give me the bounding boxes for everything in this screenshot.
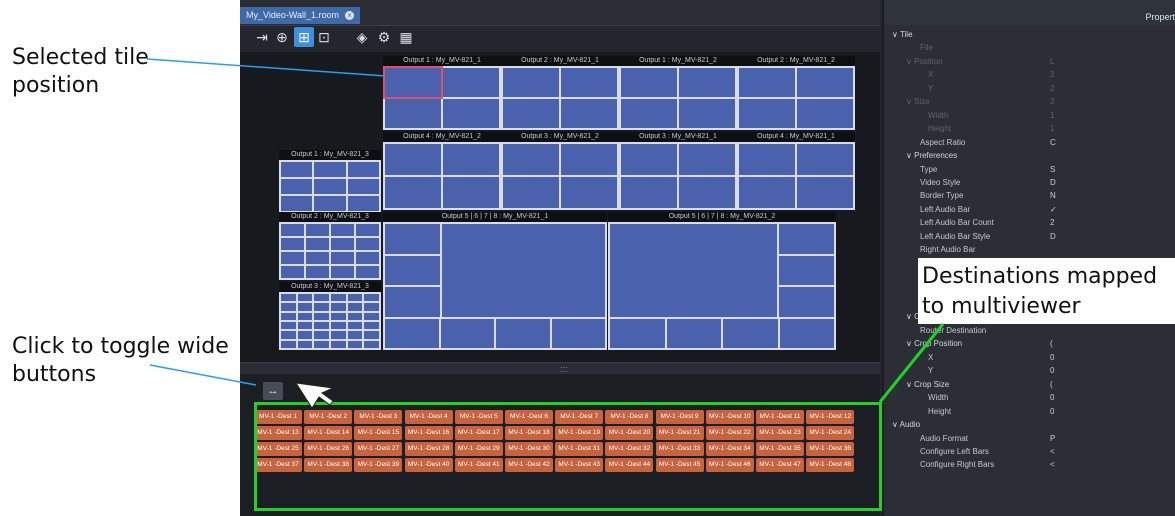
callout-lines	[146, 58, 945, 409]
toggle-wide-pointer-line	[149, 364, 257, 386]
destinations-pointer-line	[878, 323, 945, 403]
pointer-arrow-icon	[294, 382, 335, 409]
selected-tile-pointer-line	[146, 58, 386, 77]
